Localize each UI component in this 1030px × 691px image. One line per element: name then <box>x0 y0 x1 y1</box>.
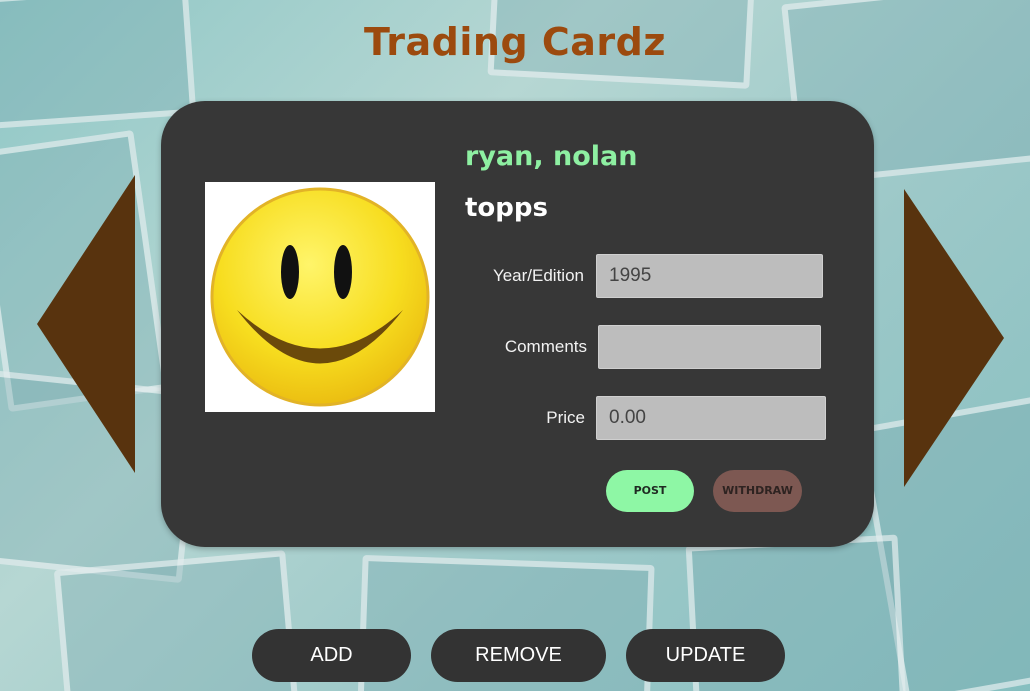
withdraw-button[interactable]: WITHDRAW <box>713 470 802 512</box>
year-edition-label: Year/Edition <box>492 266 584 285</box>
add-button[interactable]: ADD <box>252 629 411 682</box>
update-button[interactable]: UPDATE <box>626 629 785 682</box>
post-button[interactable]: POST <box>606 470 694 512</box>
price-label: Price <box>546 408 585 427</box>
card-image <box>205 182 435 412</box>
card-panel: ryan, nolan topps Year/Edition Comments … <box>161 101 874 547</box>
smiley-face-icon <box>210 187 430 407</box>
player-name: ryan, nolan <box>465 141 638 172</box>
remove-button[interactable]: REMOVE <box>431 629 606 682</box>
next-card-arrow-icon[interactable] <box>904 189 1004 487</box>
comments-input[interactable] <box>598 325 821 369</box>
previous-card-arrow-icon[interactable] <box>37 175 135 473</box>
year-edition-input[interactable] <box>596 254 823 298</box>
comments-label: Comments <box>504 337 587 356</box>
app-title: Trading Cardz <box>364 20 666 64</box>
price-input[interactable] <box>596 396 826 440</box>
card-brand: topps <box>465 193 548 223</box>
